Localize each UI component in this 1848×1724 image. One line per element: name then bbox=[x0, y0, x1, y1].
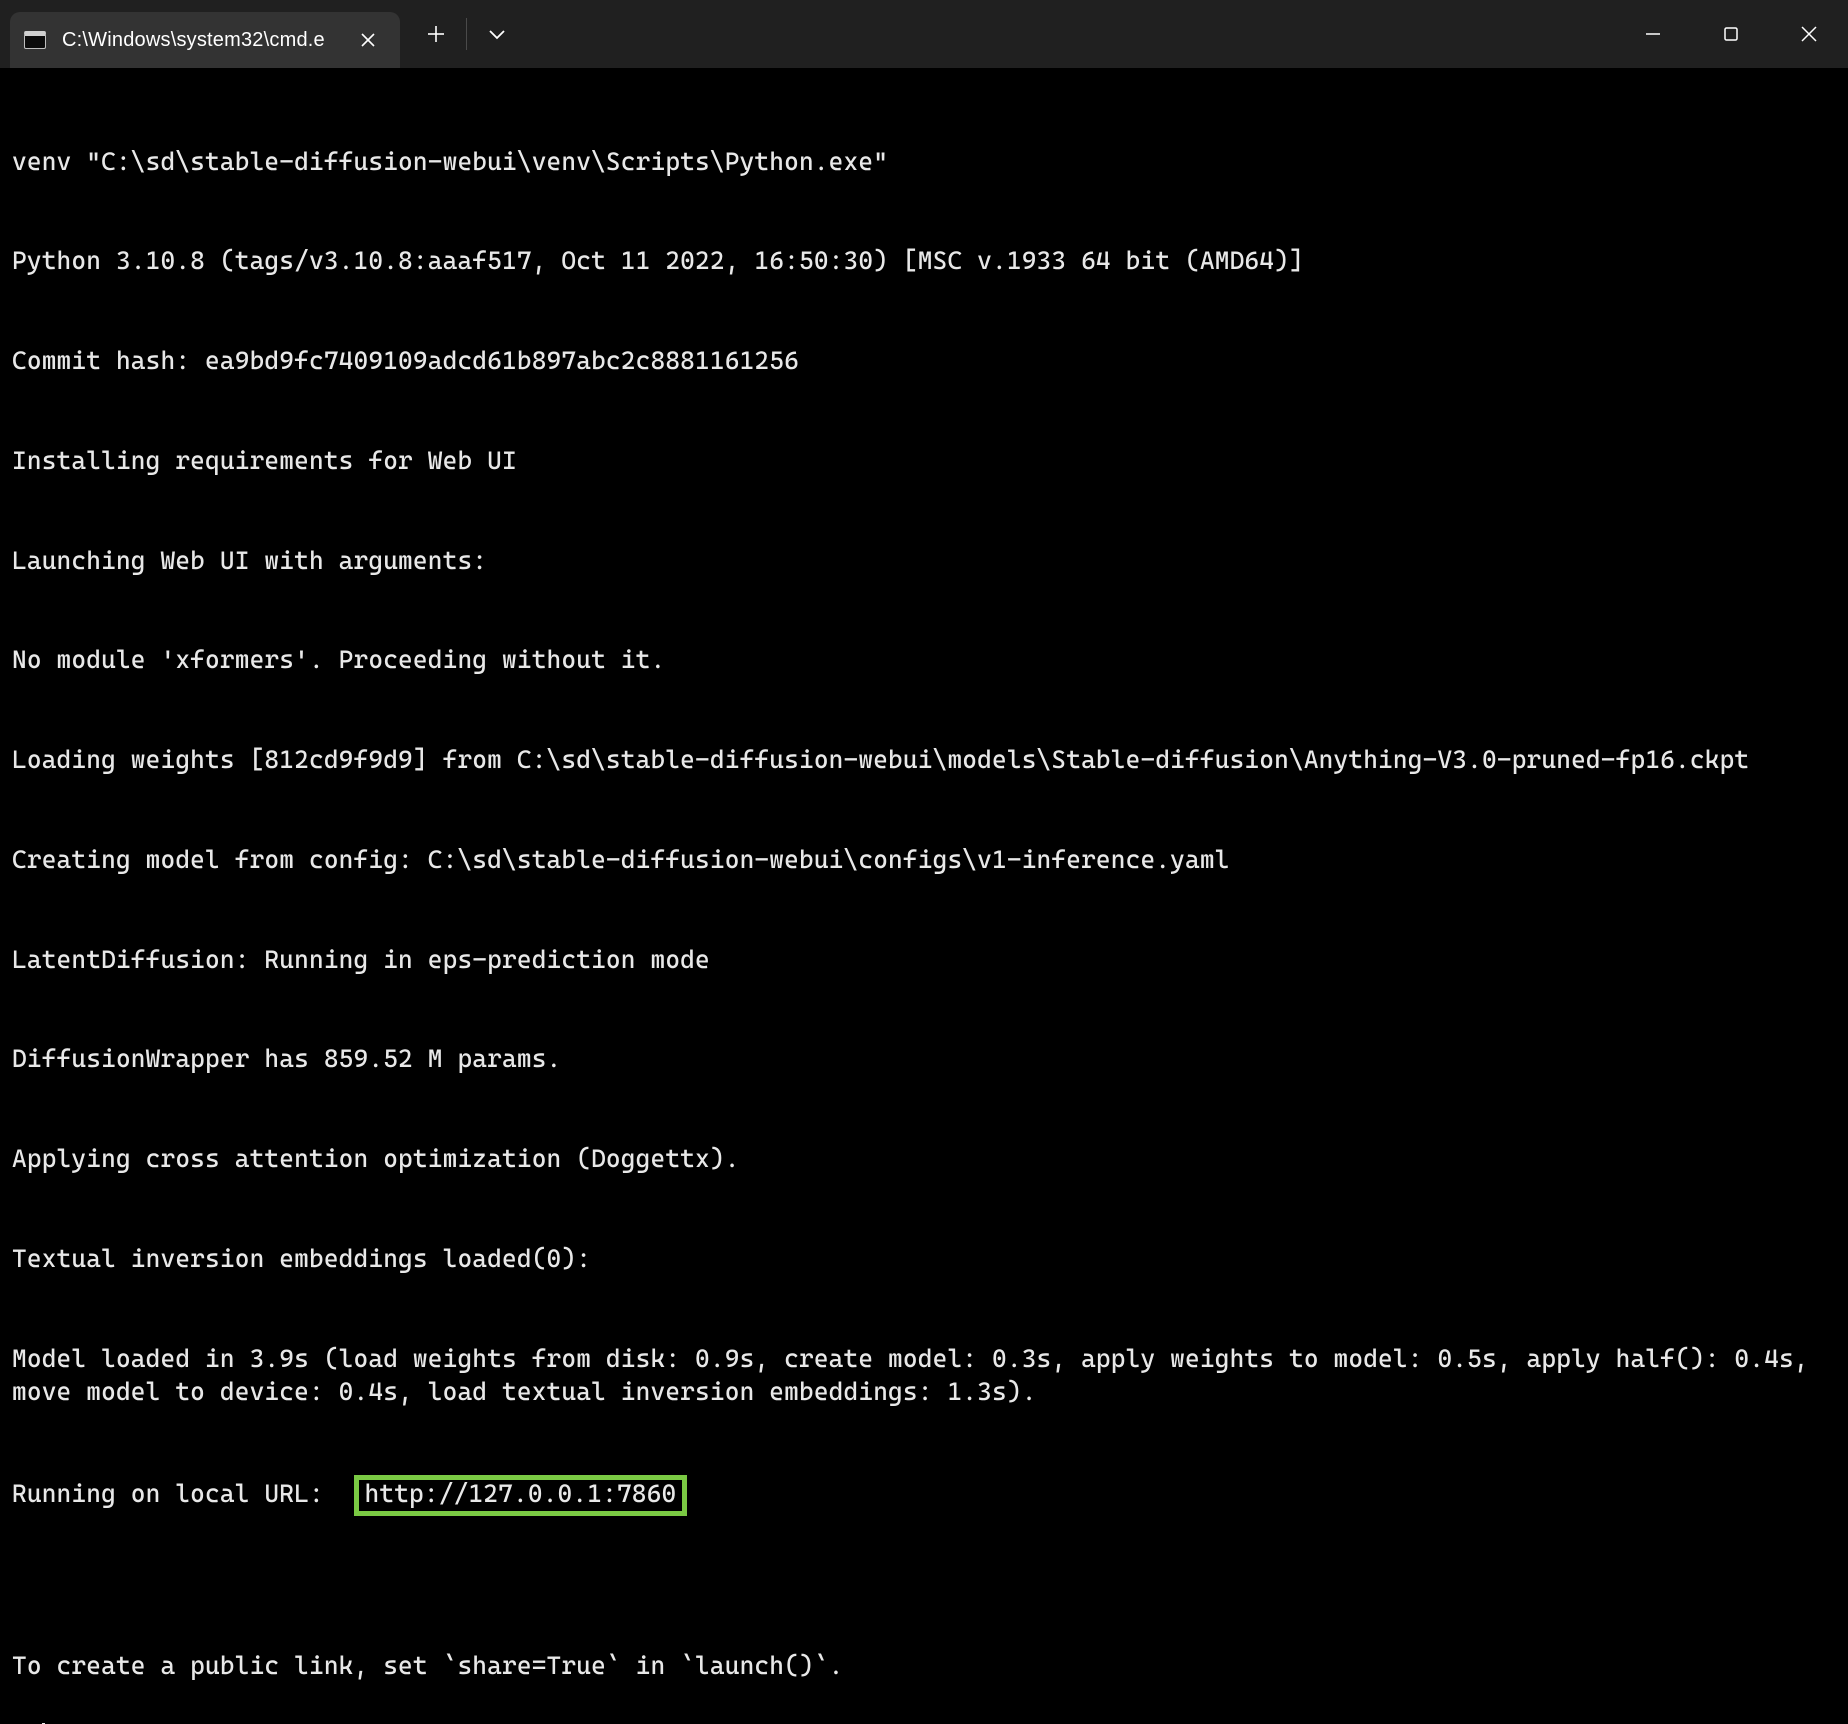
terminal-line: DiffusionWrapper has 859.52 M params. bbox=[12, 1042, 1836, 1075]
close-icon bbox=[361, 33, 375, 47]
terminal-line: LatentDiffusion: Running in eps-predicti… bbox=[12, 943, 1836, 976]
newtab-area bbox=[416, 0, 517, 68]
titlebar-drag-area[interactable] bbox=[517, 0, 1614, 68]
terminal-line: Model loaded in 3.9s (load weights from … bbox=[12, 1342, 1836, 1409]
terminal-line: Launching Web UI with arguments: bbox=[12, 544, 1836, 577]
terminal-line: venv "C:\sd\stable-diffusion-webui\venv\… bbox=[12, 145, 1836, 178]
window-controls bbox=[1614, 0, 1848, 68]
titlebar: C:\Windows\system32\cmd.e bbox=[0, 0, 1848, 68]
terminal-line: Loading weights [812cd9f9d9] from C:\sd\… bbox=[12, 743, 1836, 776]
minimize-icon bbox=[1644, 25, 1662, 43]
terminal-line: Commit hash: ea9bd9fc7409109adcd61b897ab… bbox=[12, 344, 1836, 377]
window-close-button[interactable] bbox=[1770, 0, 1848, 68]
tab-close-button[interactable] bbox=[354, 26, 382, 54]
terminal-line: Installing requirements for Web UI bbox=[12, 444, 1836, 477]
tabstrip: C:\Windows\system32\cmd.e bbox=[0, 0, 400, 68]
cmd-icon bbox=[24, 31, 46, 49]
separator bbox=[466, 18, 467, 50]
chevron-down-icon bbox=[488, 28, 506, 40]
terminal-line: To create a public link, set `share=True… bbox=[12, 1649, 1836, 1682]
maximize-button[interactable] bbox=[1692, 0, 1770, 68]
terminal-output[interactable]: venv "C:\sd\stable-diffusion-webui\venv\… bbox=[0, 68, 1848, 1724]
minimize-button[interactable] bbox=[1614, 0, 1692, 68]
terminal-line: Applying cross attention optimization (D… bbox=[12, 1142, 1836, 1175]
url-line-prefix: Running on local URL: bbox=[12, 1479, 354, 1508]
terminal-line: Creating model from config: C:\sd\stable… bbox=[12, 843, 1836, 876]
terminal-line: No module 'xformers'. Proceeding without… bbox=[12, 643, 1836, 676]
plus-icon bbox=[427, 25, 445, 43]
tab-dropdown-button[interactable] bbox=[477, 14, 517, 54]
tab-cmd[interactable]: C:\Windows\system32\cmd.e bbox=[10, 12, 400, 68]
maximize-icon bbox=[1723, 26, 1739, 42]
close-icon bbox=[1800, 25, 1818, 43]
terminal-line-url: Running on local URL: http://127.0.0.1:7… bbox=[12, 1475, 1836, 1517]
terminal-line: Python 3.10.8 (tags/v3.10.8:aaaf517, Oct… bbox=[12, 244, 1836, 277]
terminal-line: Textual inversion embeddings loaded(0): bbox=[12, 1242, 1836, 1275]
tab-title: C:\Windows\system32\cmd.e bbox=[62, 27, 338, 54]
cursor bbox=[42, 1723, 45, 1724]
local-url-highlight: http://127.0.0.1:7860 bbox=[354, 1475, 688, 1517]
new-tab-button[interactable] bbox=[416, 14, 456, 54]
